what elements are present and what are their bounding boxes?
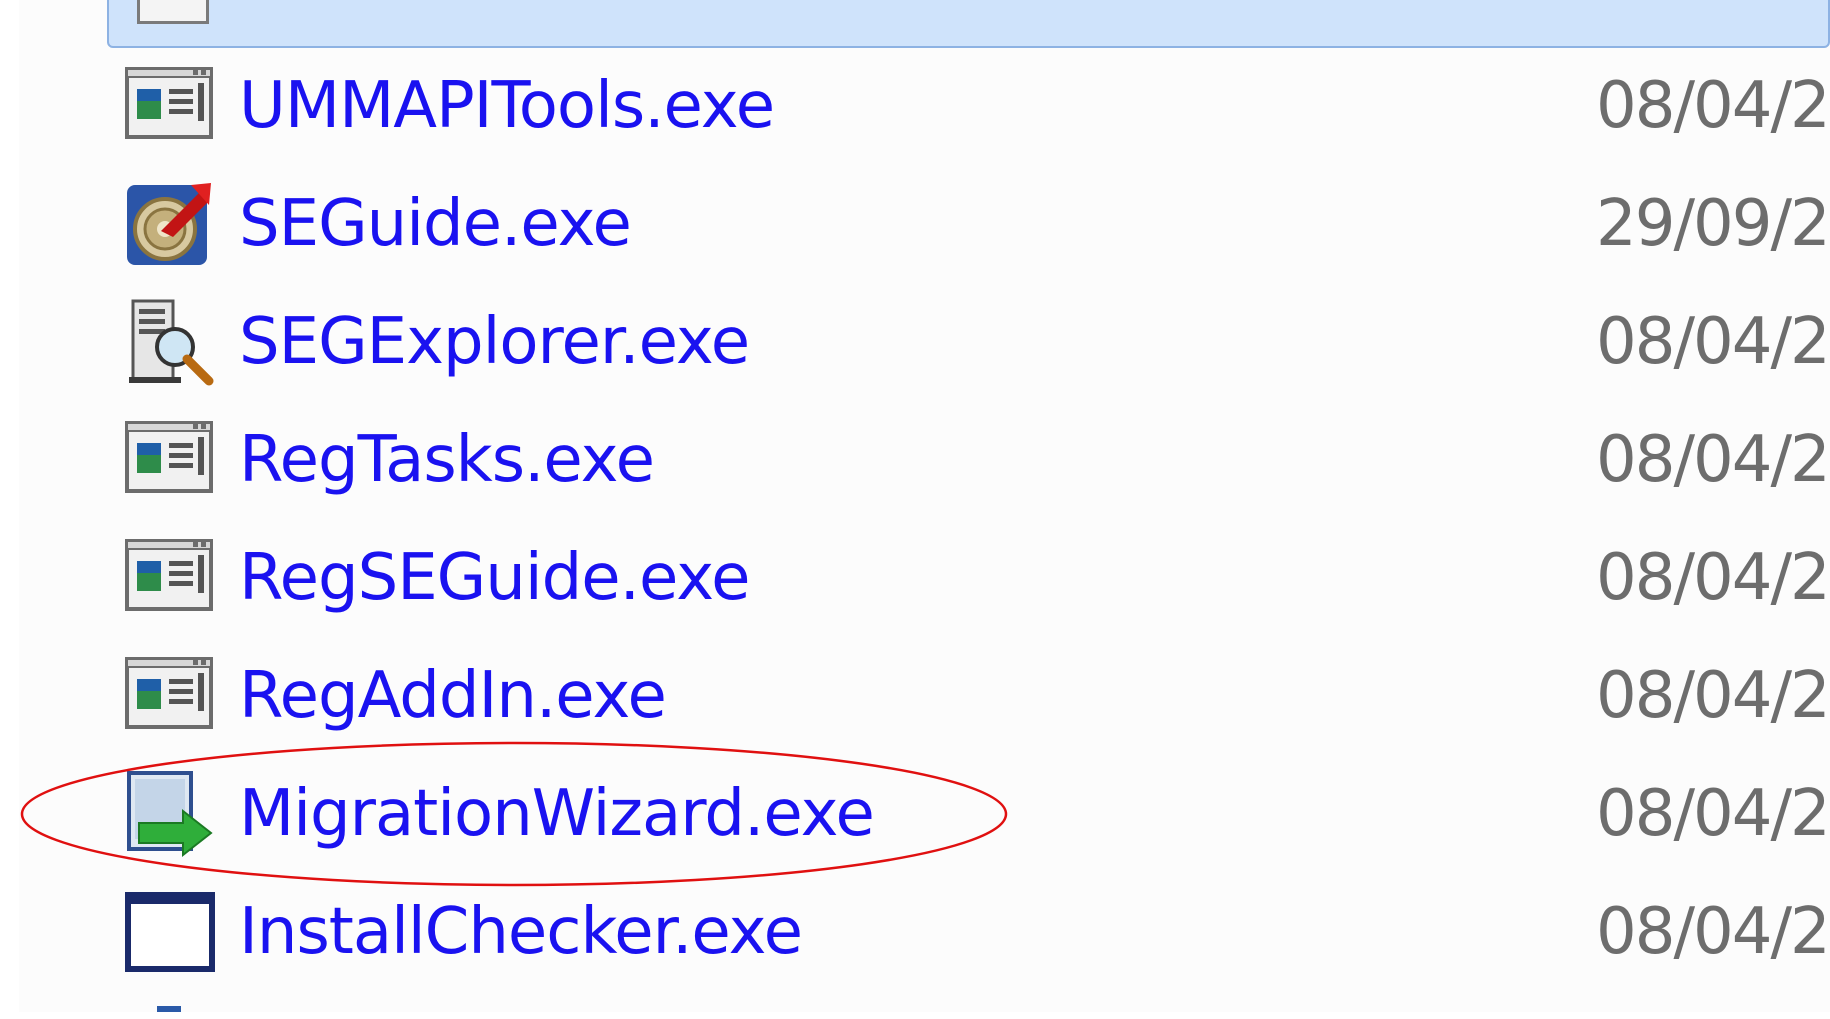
file-row[interactable]: SEGuide.exe 29/09/2	[107, 165, 1830, 283]
explorer-window: UMMAPITools.exe 08/04/2 SEGuide.exe 29/09/…	[0, 0, 1830, 1019]
file-row[interactable]: RegAddIn.exe 08/04/2	[107, 637, 1830, 755]
application-window-icon	[125, 651, 215, 741]
file-name[interactable]: InstallChecker.exe	[239, 873, 803, 991]
file-name[interactable]: RegTasks.exe	[239, 401, 655, 519]
file-row[interactable]: MigrationWizard.exe 08/04/2	[107, 755, 1830, 873]
file-row[interactable]: InstallChecker.exe 08/04/2	[107, 873, 1830, 991]
document-magnifier-icon	[125, 297, 215, 387]
file-name[interactable]: SEGuide.exe	[239, 165, 632, 283]
date-modified: 08/04/2	[1596, 423, 1830, 497]
file-name[interactable]: UMMAPITools.exe	[239, 47, 775, 165]
application-window-icon	[125, 415, 215, 505]
blank-window-icon	[125, 887, 215, 977]
date-modified: 08/04/2	[1596, 895, 1830, 969]
date-modified: 08/04/2	[1596, 305, 1830, 379]
date-modified: 29/09/2	[1596, 187, 1830, 261]
date-modified: 08/04/2	[1596, 541, 1830, 615]
migration-arrow-icon	[125, 769, 215, 859]
file-name[interactable]: SEGExplorer.exe	[239, 283, 750, 401]
file-name[interactable]: RegAddIn.exe	[239, 637, 667, 755]
file-row[interactable]: UMMAPITools.exe 08/04/2	[107, 47, 1830, 165]
selected-file-row[interactable]	[107, 0, 1830, 48]
compass-arrow-icon	[125, 179, 215, 269]
application-window-icon	[125, 61, 215, 151]
file-row[interactable]: RegTasks.exe 08/04/2	[107, 401, 1830, 519]
date-modified: 08/04/2	[1596, 659, 1830, 733]
date-modified: 08/04/2	[1596, 777, 1830, 851]
partial-row-icon	[157, 1006, 181, 1012]
file-row[interactable]: SEGExplorer.exe 08/04/2	[107, 283, 1830, 401]
file-row[interactable]: RegSEGuide.exe 08/04/2	[107, 519, 1830, 637]
application-window-icon	[125, 533, 215, 623]
generic-window-icon	[137, 0, 209, 24]
date-modified: 08/04/2	[1596, 69, 1830, 143]
file-name[interactable]: RegSEGuide.exe	[239, 519, 750, 637]
file-name[interactable]: MigrationWizard.exe	[239, 755, 875, 873]
